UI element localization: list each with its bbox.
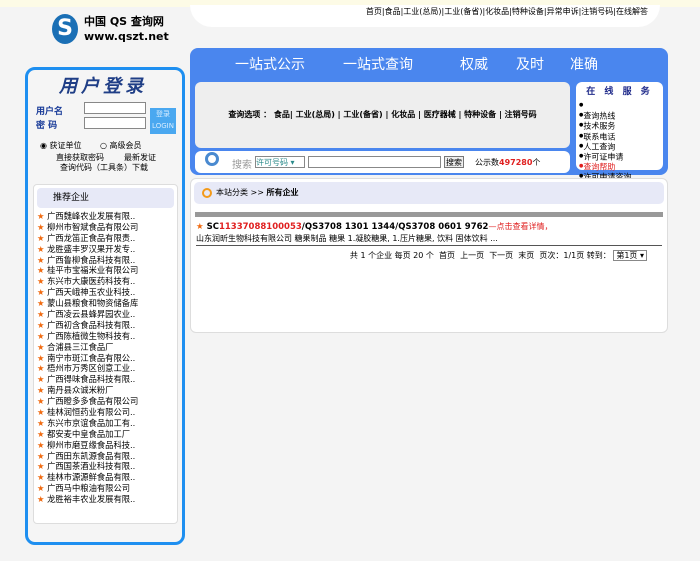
username-input[interactable] xyxy=(84,102,146,114)
recommend-item[interactable]: 广西龙笛正食品有限责.. xyxy=(34,233,177,244)
recommend-item[interactable]: 广西初含食品科技有限.. xyxy=(34,320,177,331)
password-label: 密 码 xyxy=(36,118,57,131)
page-select[interactable]: 第1页 ▾ xyxy=(613,250,647,261)
login-title: 用户登录 xyxy=(48,72,158,96)
last-page-link[interactable]: 末页 xyxy=(518,251,534,260)
content-panel: 本站分类 >> 所有企业 ★ SC11337088100053/QS3708 1… xyxy=(190,178,668,333)
service-link[interactable]: 查询帮助 xyxy=(579,162,660,172)
recommend-item[interactable]: 广西国茶酒业科技有限.. xyxy=(34,461,177,472)
recommend-item[interactable]: 蒙山县粮食和物资储备库 xyxy=(34,298,177,309)
slogan: 一站式查询 xyxy=(343,54,413,74)
login-button[interactable]: 登录LOGIN xyxy=(150,108,176,134)
result-desc: 山东润昕生物科技有限公司 糖果制品 糖果 1.凝胶糖果, 1.压片糖果, 饮料 … xyxy=(196,233,662,246)
service-link[interactable]: 联系电话 xyxy=(579,132,660,142)
recommend-item[interactable]: 广西凌云县蜂昇园农业.. xyxy=(34,309,177,320)
recommend-box: 推荐企业 广西魏峰农业发展有限..柳州市智斌食品有限公司广西龙笛正食品有限责..… xyxy=(33,184,178,524)
recommend-item[interactable]: 广西天峨神玉农业科技.. xyxy=(34,287,177,298)
top-nav-link[interactable]: 特种设备 xyxy=(512,7,544,16)
recommend-list: 广西魏峰农业发展有限..柳州市智斌食品有限公司广西龙笛正食品有限责..龙胜盛丰罗… xyxy=(34,211,177,505)
recommend-item[interactable]: 广西陈植微生物科技有.. xyxy=(34,331,177,342)
recommend-item[interactable]: 广西田东凯源食品有限.. xyxy=(34,451,177,462)
site-logo[interactable]: S 中国 QS 查询网www.qszt.net xyxy=(52,14,169,44)
recommend-item[interactable]: 龙胜盛丰罗汉果开发专.. xyxy=(34,244,177,255)
recommend-item[interactable]: 南宁市斑江食品有限公.. xyxy=(34,353,177,364)
recommend-item[interactable]: 广西马中粮油有限公司 xyxy=(34,483,177,494)
slogan: 准确 xyxy=(570,54,598,74)
first-page-link[interactable]: 首页 xyxy=(439,251,455,260)
query-options[interactable]: 查询选项 ： 食品| 工业(总局) | 工业(备省) | 化妆品 | 医疗器械 … xyxy=(195,82,570,148)
result-item[interactable]: ★ SC11337088100053/QS3708 1301 1344/QS37… xyxy=(191,217,667,246)
recommend-item[interactable]: 广西鲁柳食品科技有限.. xyxy=(34,255,177,266)
site-name: 中国 QS 查询网 xyxy=(84,14,169,29)
search-input[interactable] xyxy=(308,156,441,168)
radio-certified-unit[interactable]: ◉ 获证单位 xyxy=(40,140,82,151)
online-services: 在 线 服 务 查询热线技术服务联系电话人工查询许可证申请查询帮助许可申请咨询 xyxy=(576,82,663,170)
logo-icon: S xyxy=(52,14,78,44)
pager: 共 1 个企业 每页 20 个 首页 上一页 下一页 末页 页次：1/1页 转到… xyxy=(191,250,667,261)
services-title: 在 线 服 务 xyxy=(579,84,660,97)
breadcrumb: 本站分类 >> 所有企业 xyxy=(194,182,664,204)
recommend-item[interactable]: 南丹县众诚米粉厂 xyxy=(34,385,177,396)
recommend-item[interactable]: 龙胜裕丰农业发展有限.. xyxy=(34,494,177,505)
recommend-item[interactable]: 东兴市京谊食品加工有.. xyxy=(34,418,177,429)
toolbar-download-link[interactable]: 查询代码（工具条）下载 xyxy=(60,162,148,173)
radio-premium-member[interactable]: ○ 高级会员 xyxy=(100,140,142,151)
service-link[interactable]: 人工查询 xyxy=(579,142,660,152)
recommend-item[interactable]: 梧州市万秀区创意工业.. xyxy=(34,363,177,374)
slogan: 及时 xyxy=(516,54,544,74)
top-nav-link[interactable]: 工业(总局) xyxy=(403,7,441,16)
top-nav-link[interactable]: 首页 xyxy=(366,7,382,16)
service-link[interactable]: 技术服务 xyxy=(579,121,660,131)
login-panel: 用户登录 用户名 密 码 登录LOGIN ◉ 获证单位 ○ 高级会员 直接获取密… xyxy=(25,67,185,545)
service-link[interactable]: 查询热线 xyxy=(579,111,660,121)
prev-page-link[interactable]: 上一页 xyxy=(460,251,484,260)
recommend-item[interactable]: 广西得味食品科技有限.. xyxy=(34,374,177,385)
top-nav-link[interactable]: 食品 xyxy=(385,7,401,16)
recommend-item[interactable]: 合浦县三江食品厂 xyxy=(34,342,177,353)
search-type-select[interactable]: 许可号码 ▾ xyxy=(255,156,305,168)
site-url: www.qszt.net xyxy=(84,29,169,44)
search-bar: 搜索 许可号码 ▾ 搜索 公示数497280个 xyxy=(195,151,570,173)
recommend-item[interactable]: 东兴市大康医药科技有.. xyxy=(34,276,177,287)
slogan: 权威 xyxy=(460,54,488,74)
service-link[interactable]: 许可证申请 xyxy=(579,152,660,162)
search-label: 搜索 xyxy=(232,156,252,171)
recommend-item[interactable]: 柳州市磨豆缘食品科技.. xyxy=(34,440,177,451)
search-button[interactable]: 搜索 xyxy=(444,156,464,168)
recommend-title: 推荐企业 xyxy=(37,188,174,208)
top-nav-link[interactable]: 异常申诉 xyxy=(547,7,579,16)
announce-count: 公示数497280个 xyxy=(475,157,540,168)
recommend-item[interactable]: 广西瞪多多食品有限公司 xyxy=(34,396,177,407)
top-nav-link[interactable]: 注销号码 xyxy=(581,7,613,16)
username-label: 用户名 xyxy=(36,104,63,117)
password-input[interactable] xyxy=(84,117,146,129)
next-page-link[interactable]: 下一页 xyxy=(489,251,513,260)
top-nav-link[interactable]: 在线解答 xyxy=(616,7,648,16)
recommend-item[interactable]: 广西魏峰农业发展有限.. xyxy=(34,211,177,222)
search-icon xyxy=(205,152,219,166)
detail-link[interactable]: —点击查看详情， xyxy=(488,222,552,231)
top-nav-link[interactable]: 工业(备省) xyxy=(444,7,482,16)
recommend-item[interactable]: 都安麦中皇食品加工厂 xyxy=(34,429,177,440)
recommend-item[interactable]: 桂林市源源鲜食品有限.. xyxy=(34,472,177,483)
top-nav: 首页|食品|工业(总局)|工业(备省)|化妆品|特种设备|异常申诉|注销号码|在… xyxy=(190,5,660,27)
recommend-item[interactable]: 柳州市智斌食品有限公司 xyxy=(34,222,177,233)
main-banner: 一站式公示 一站式查询 权威 及时 准确 查询选项 ： 食品| 工业(总局) |… xyxy=(190,48,668,175)
recommend-item[interactable]: 桂林润恒药业有限公司.. xyxy=(34,407,177,418)
recommend-item[interactable]: 桂平市宝福米业有限公司 xyxy=(34,265,177,276)
top-nav-link[interactable]: 化妆品 xyxy=(485,7,509,16)
slogan: 一站式公示 xyxy=(235,54,305,74)
